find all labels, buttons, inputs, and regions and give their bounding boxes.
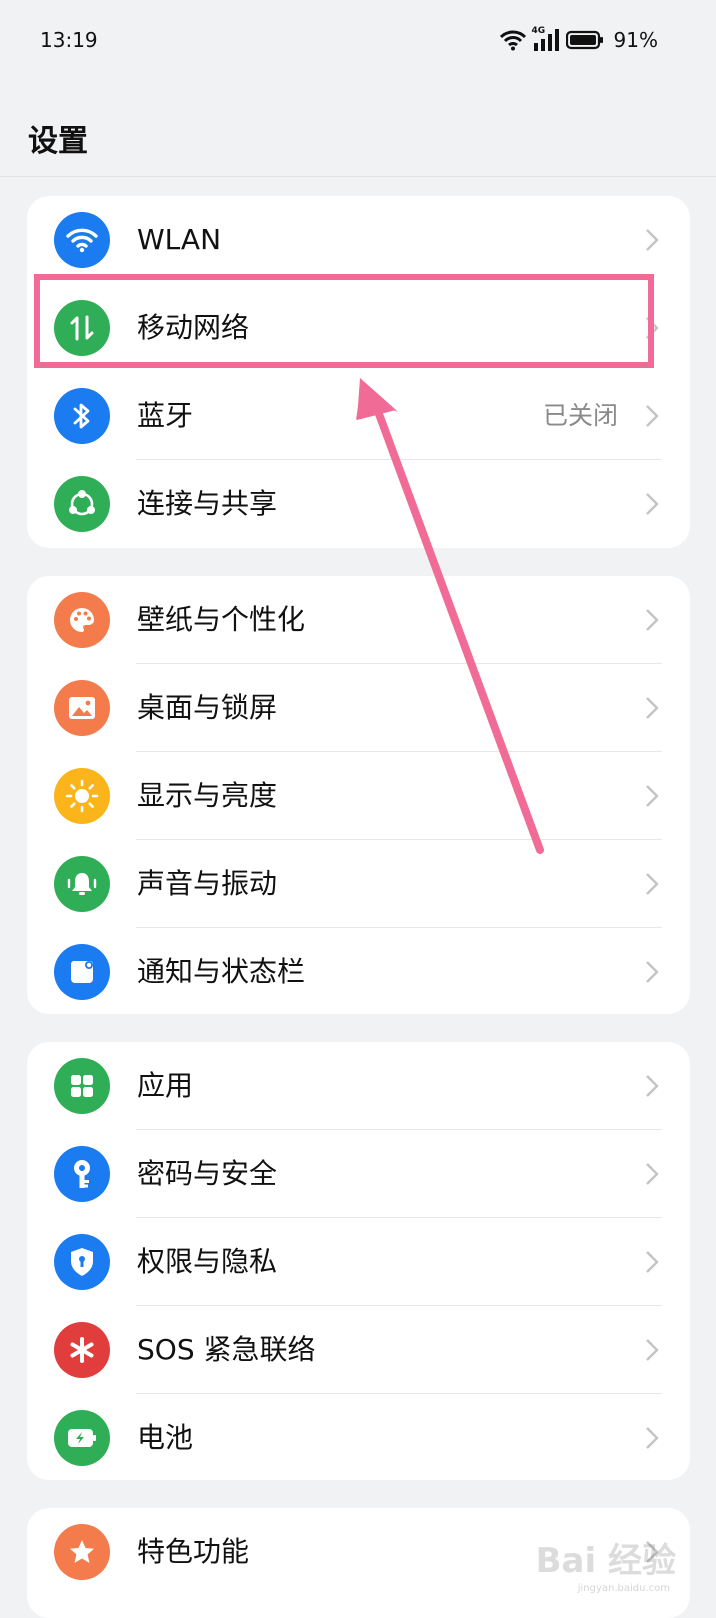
- chevron-right-icon: [646, 785, 659, 807]
- system-card: 应用 密码与安全 权限与隐私 SOS 紧急联络 电池: [27, 1042, 690, 1480]
- connectivity-card: WLAN 移动网络 蓝牙 已关闭 连接与共享: [27, 196, 690, 548]
- sun-icon: [54, 768, 110, 824]
- chevron-right-icon: [646, 405, 659, 427]
- settings-item-label: 电池: [137, 1421, 194, 1454]
- settings-item-label: 壁纸与个性化: [137, 603, 306, 636]
- settings-item-label: 通知与状态栏: [137, 955, 306, 988]
- page-title: 设置: [28, 124, 88, 159]
- settings-item-notifications[interactable]: 通知与状态栏: [27, 928, 690, 1014]
- wifi-icon: [54, 212, 110, 268]
- settings-item-label: 蓝牙: [137, 399, 194, 432]
- chevron-right-icon: [646, 1251, 659, 1273]
- apps-icon: [54, 1058, 110, 1114]
- settings-item-label: 显示与亮度: [137, 779, 278, 812]
- key-icon: [54, 1146, 110, 1202]
- watermark-url: jingyan.baidu.com: [577, 1583, 670, 1594]
- share-icon: [54, 476, 110, 532]
- chevron-right-icon: [646, 873, 659, 895]
- settings-item-label: 连接与共享: [137, 487, 278, 520]
- settings-item-label: 桌面与锁屏: [137, 691, 278, 724]
- bell-icon: [54, 856, 110, 912]
- settings-item-label: SOS 紧急联络: [137, 1333, 316, 1366]
- chevron-right-icon: [646, 697, 659, 719]
- watermark-logo: Bai 经验: [535, 1541, 676, 1581]
- settings-item-label: 特色功能: [137, 1535, 250, 1568]
- settings-item-label: WLAN: [137, 223, 222, 256]
- status-time: 13:19: [40, 28, 98, 52]
- wifi-status-icon: [499, 30, 526, 51]
- chevron-right-icon: [646, 609, 659, 631]
- chevron-right-icon: [646, 1427, 659, 1449]
- chevron-right-icon: [646, 1163, 659, 1185]
- bluetooth-icon: [54, 388, 110, 444]
- chevron-right-icon: [646, 229, 659, 251]
- settings-item-bluetooth[interactable]: 蓝牙 已关闭: [27, 372, 690, 460]
- settings-item-label: 权限与隐私: [137, 1245, 278, 1278]
- settings-item-apps[interactable]: 应用: [27, 1042, 690, 1130]
- chevron-right-icon: [646, 1339, 659, 1361]
- settings-item-battery[interactable]: 电池: [27, 1394, 690, 1480]
- settings-item-sos[interactable]: SOS 紧急联络: [27, 1306, 690, 1394]
- settings-item-wlan[interactable]: WLAN: [27, 196, 690, 284]
- bluetooth-status-value: 已关闭: [542, 401, 618, 430]
- settings-item-label: 密码与安全: [137, 1157, 278, 1190]
- battery-status-icon: [565, 30, 603, 50]
- status-bar: 13:19 4G 91%: [0, 0, 716, 80]
- battery-percent: 91%: [613, 28, 658, 52]
- battery-icon: [54, 1410, 110, 1466]
- chevron-right-icon: [646, 493, 659, 515]
- star-icon: [54, 1524, 110, 1580]
- settings-item-home-lockscreen[interactable]: 桌面与锁屏: [27, 664, 690, 752]
- settings-item-label: 声音与振动: [137, 867, 278, 900]
- settings-item-password-security[interactable]: 密码与安全: [27, 1130, 690, 1218]
- settings-item-label: 应用: [137, 1069, 194, 1102]
- notification-icon: [54, 944, 110, 1000]
- palette-icon: [54, 592, 110, 648]
- page-header: 设置: [0, 80, 716, 177]
- chevron-right-icon: [646, 1075, 659, 1097]
- highlight-box: [34, 274, 654, 368]
- settings-item-display-brightness[interactable]: 显示与亮度: [27, 752, 690, 840]
- cellular-signal-icon: 4G: [532, 26, 560, 52]
- personalization-card: 壁纸与个性化 桌面与锁屏 显示与亮度 声音与振动 通知与状态栏: [27, 576, 690, 1014]
- settings-item-sound-vibration[interactable]: 声音与振动: [27, 840, 690, 928]
- settings-item-connection-sharing[interactable]: 连接与共享: [27, 460, 690, 548]
- status-icons: 4G 91%: [499, 26, 658, 54]
- sos-icon: [54, 1322, 110, 1378]
- image-icon: [54, 680, 110, 736]
- shield-icon: [54, 1234, 110, 1290]
- settings-item-permissions-privacy[interactable]: 权限与隐私: [27, 1218, 690, 1306]
- settings-item-wallpaper[interactable]: 壁纸与个性化: [27, 576, 690, 664]
- chevron-right-icon: [646, 961, 659, 983]
